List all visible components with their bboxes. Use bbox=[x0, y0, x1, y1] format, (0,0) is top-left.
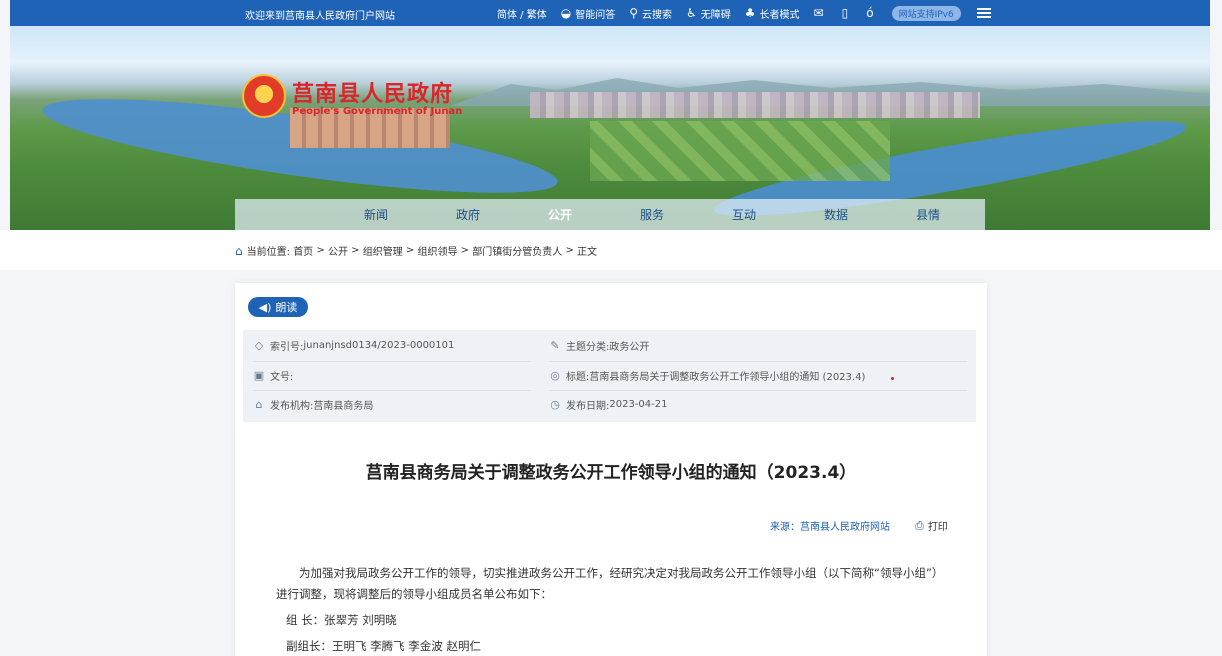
banner-fields bbox=[590, 121, 890, 181]
nav-public[interactable]: 公开 bbox=[514, 206, 606, 223]
breadcrumb-org-management[interactable]: 组织管理 bbox=[363, 243, 403, 258]
nav-service[interactable]: 服务 bbox=[606, 206, 698, 223]
meta-theme: ✎ 主题分类: 政务公开 bbox=[549, 335, 649, 355]
site-title-en: People's Government of Junan bbox=[292, 105, 463, 117]
site-logo[interactable]: 莒南县人民政府 People's Government of Junan bbox=[242, 74, 462, 118]
breadcrumb-separator: > bbox=[316, 245, 325, 256]
meta-org: ⌂ 发布机构: 莒南县商务局 bbox=[253, 394, 374, 414]
image-icon: ▣ bbox=[253, 368, 265, 382]
welcome-text: 欢迎来到莒南县人民政府门户网站 bbox=[245, 11, 395, 22]
meta-title-label: 标题: bbox=[566, 371, 590, 383]
mail-button[interactable]: ✉ bbox=[814, 7, 828, 19]
banner-image: 莒南县人民政府 People's Government of Junan 新闻 … bbox=[10, 26, 1210, 230]
meta-title: ◎ 标题: 莒南县商务局关于调整政务公开工作领导小组的通知 (2023.4) bbox=[549, 365, 865, 385]
breadcrumb: ⌂ 当前位置: 首页 > 公开 > 组织管理 > 组织领导 > 部门镇街分管负责… bbox=[235, 243, 598, 259]
deputy-line: 副组长：王明飞 李腾飞 李金波 赵明仁 bbox=[286, 639, 481, 653]
nav-data[interactable]: 数据 bbox=[790, 206, 882, 223]
breadcrumb-bar bbox=[0, 230, 1222, 270]
language-switch[interactable]: 简体 / 繁体 bbox=[497, 6, 547, 21]
cloud-search-link[interactable]: ⚲ 云搜索 bbox=[629, 6, 672, 21]
ipv6-badge: 网站支持IPv6 bbox=[891, 5, 961, 21]
breadcrumb-current: 正文 bbox=[577, 247, 598, 258]
speaker-icon: ◀) bbox=[258, 300, 272, 314]
main-nav: 新闻 政府 公开 服务 互动 数据 县情 bbox=[235, 199, 985, 230]
smart-qa-label: 智能问答 bbox=[575, 9, 616, 21]
meta-date-label: 发布日期: bbox=[566, 400, 610, 412]
meta-date-value: 2023-04-21 bbox=[609, 398, 668, 410]
article-source: 来源：莒南县人民政府网站 bbox=[770, 522, 890, 533]
search-icon: ⚲ bbox=[629, 6, 639, 20]
cloud-search-label: 云搜索 bbox=[642, 9, 673, 21]
top-tools: 简体 / 繁体 ◒ 智能问答 ⚲ 云搜索 ♿ 无障碍 ♣ 长者模式 ✉ ▯ ó … bbox=[497, 4, 991, 22]
article-paragraph: 为加强对我局政务公开工作的领导，切实推进政务公开工作，经研究决定对我局政务公开工… bbox=[276, 566, 944, 601]
article-title: 莒南县商务局关于调整政务公开工作领导小组的通知（2023.4） bbox=[365, 463, 857, 483]
breadcrumb-home[interactable]: 首页 bbox=[293, 243, 313, 258]
meta-index-label: 索引号: bbox=[270, 341, 304, 353]
meta-org-label: 发布机构: bbox=[270, 400, 314, 412]
breadcrumb-separator: > bbox=[460, 245, 470, 256]
nav-news[interactable]: 新闻 bbox=[330, 206, 422, 223]
smart-qa-link[interactable]: ◒ 智能问答 bbox=[561, 6, 615, 21]
mail-icon: ✉ bbox=[813, 6, 824, 20]
national-emblem-icon bbox=[242, 74, 286, 118]
accessibility-icon: ♿ bbox=[686, 6, 697, 20]
breadcrumb-dept-leaders[interactable]: 部门镇街分管负责人 bbox=[472, 243, 562, 258]
print-button[interactable]: ⎙ 打印 bbox=[915, 518, 948, 534]
nav-interaction[interactable]: 互动 bbox=[698, 206, 790, 223]
breadcrumb-org-leadership[interactable]: 组织领导 bbox=[417, 243, 457, 258]
accessibility-link[interactable]: ♿ 无障碍 bbox=[686, 6, 731, 21]
elder-mode-label: 长者模式 bbox=[759, 9, 800, 21]
meta-title-value: 莒南县商务局关于调整政务公开工作领导小组的通知 (2023.4) bbox=[589, 371, 866, 383]
meta-theme-label: 主题分类: bbox=[566, 341, 610, 353]
edit-icon: ✎ bbox=[550, 338, 560, 352]
tag-icon: ◇ bbox=[254, 338, 264, 352]
meta-index-value: junanjnsd0134/2023-0000101 bbox=[303, 339, 455, 351]
red-dot bbox=[891, 377, 894, 380]
home-icon: ⌂ bbox=[235, 243, 243, 258]
building-icon: ⌂ bbox=[255, 397, 263, 411]
breadcrumb-separator: > bbox=[405, 245, 415, 256]
article-card: ◀) 朗读 ◇ 索引号: junanjnsd0134/2023-0000101 … bbox=[235, 283, 987, 656]
mobile-icon: ▯ bbox=[841, 6, 849, 20]
elder-icon: ♣ bbox=[744, 6, 756, 20]
article-body: 为加强对我局政务公开工作的领导，切实推进政务公开工作，经研究决定对我局政务公开工… bbox=[276, 563, 946, 656]
read-aloud-label: 朗读 bbox=[275, 301, 298, 314]
banner-town bbox=[530, 92, 980, 118]
breadcrumb-prefix: 当前位置: bbox=[246, 247, 290, 258]
clock-icon: ◷ bbox=[550, 397, 560, 411]
meta-docno-label: 文号: bbox=[270, 371, 294, 383]
meta-index: ◇ 索引号: junanjnsd0134/2023-0000101 bbox=[253, 335, 455, 355]
meta-theme-value: 政务公开 bbox=[609, 341, 650, 353]
shield-check-icon: ◎ bbox=[550, 368, 560, 382]
chat-icon: ◒ bbox=[560, 6, 572, 20]
breadcrumb-separator: > bbox=[565, 245, 574, 256]
breadcrumb-public[interactable]: 公开 bbox=[328, 243, 348, 258]
weibo-icon: ó bbox=[866, 6, 874, 20]
article-meta-table: ◇ 索引号: junanjnsd0134/2023-0000101 ✎ 主题分类… bbox=[243, 330, 976, 422]
printer-icon: ⎙ bbox=[915, 518, 924, 532]
top-bar: 欢迎来到莒南县人民政府门户网站 简体 / 繁体 ◒ 智能问答 ⚲ 云搜索 ♿ 无… bbox=[10, 0, 1210, 26]
accessibility-label: 无障碍 bbox=[700, 9, 731, 21]
elder-mode-link[interactable]: ♣ 长者模式 bbox=[745, 6, 800, 21]
read-aloud-button[interactable]: ◀) 朗读 bbox=[248, 297, 308, 317]
language-label: 简体 / 繁体 bbox=[497, 9, 547, 21]
leader-line: 组 长：张翠芳 刘明晓 bbox=[286, 613, 397, 627]
weibo-button[interactable]: ó bbox=[866, 7, 877, 19]
mobile-button[interactable]: ▯ bbox=[842, 7, 853, 19]
site-title: 莒南县人民政府 bbox=[292, 80, 454, 107]
print-label: 打印 bbox=[927, 522, 948, 533]
nav-county-info[interactable]: 县情 bbox=[882, 206, 974, 223]
nav-government[interactable]: 政府 bbox=[422, 206, 514, 223]
menu-icon[interactable] bbox=[976, 8, 991, 18]
meta-docno: ▣ 文号: bbox=[253, 365, 294, 385]
meta-date: ◷ 发布日期: 2023-04-21 bbox=[549, 394, 668, 414]
meta-org-value: 莒南县商务局 bbox=[313, 400, 374, 412]
breadcrumb-separator: > bbox=[351, 245, 360, 256]
